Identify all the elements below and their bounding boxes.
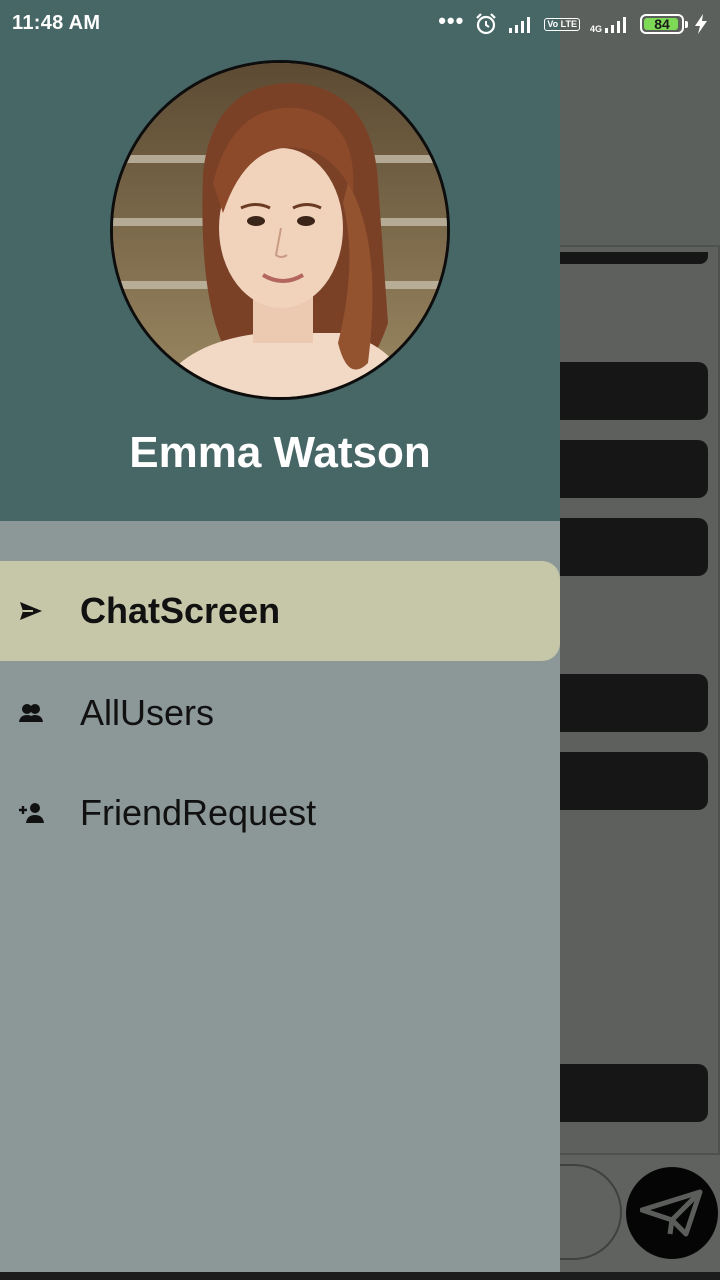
battery-icon: 84 (640, 14, 688, 34)
send-icon (18, 598, 44, 624)
avatar[interactable] (110, 60, 450, 400)
network-type: 4G (589, 24, 602, 34)
alarm-icon (476, 13, 497, 35)
volte-icon: Vo LTE (544, 17, 580, 31)
navigation-drawer: Emma Watson ChatScreen AllUsers FriendRe… (0, 0, 560, 1272)
status-time: 11:48 AM (12, 12, 101, 34)
status-bar: 11:48 AM ••• Vo LTE 4G 84 (0, 0, 720, 48)
nav-item-label: ChatScreen (80, 590, 281, 631)
drawer-header: Emma Watson (0, 0, 560, 521)
send-icon (640, 1189, 703, 1237)
battery-level: 84 (654, 16, 670, 32)
status-icons: ••• Vo LTE 4G 84 (438, 10, 708, 38)
nav-item-chatscreen[interactable]: ChatScreen (0, 561, 560, 661)
person-add-icon (18, 800, 44, 826)
send-button[interactable] (626, 1167, 718, 1259)
nav-item-label: AllUsers (80, 692, 215, 733)
profile-photo (113, 63, 447, 397)
people-icon (18, 700, 44, 726)
signal-4g-icon: 4G (590, 14, 630, 34)
nav-item-allusers[interactable]: AllUsers (0, 663, 560, 763)
bottom-divider (0, 1272, 720, 1280)
more-dots-icon: ••• (438, 8, 465, 33)
nav-item-label: FriendRequest (80, 792, 317, 833)
profile-name: Emma Watson (129, 428, 431, 477)
signal-icon (509, 17, 531, 33)
nav-item-friendrequest[interactable]: FriendRequest (0, 763, 560, 863)
charging-icon (695, 14, 707, 34)
